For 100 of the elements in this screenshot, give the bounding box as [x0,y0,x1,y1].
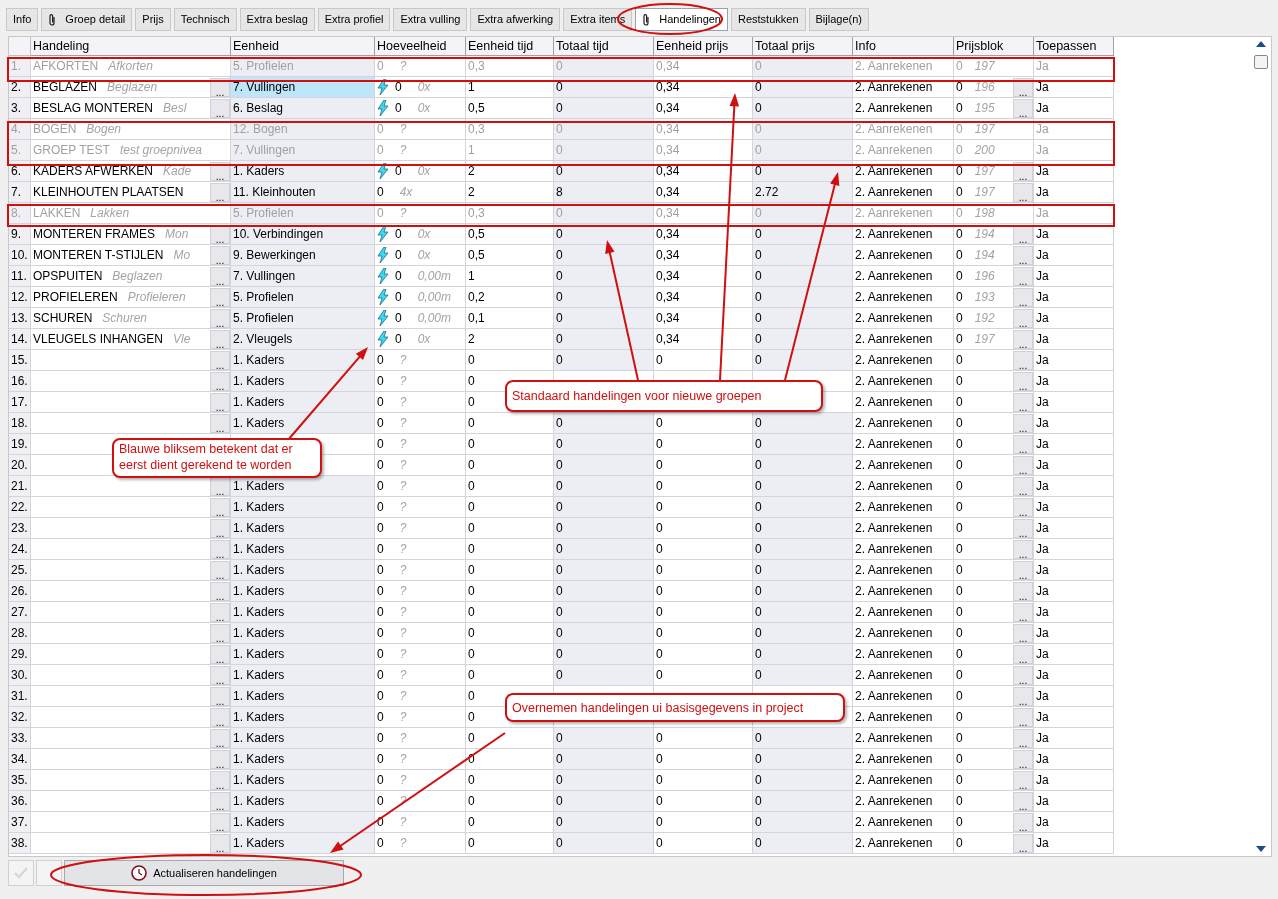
unit-cell[interactable]: 6. Beslag [231,98,375,119]
unit-cell[interactable]: 1. Kaders [231,749,375,770]
ellipsis-button[interactable]: ... [1013,182,1033,202]
ellipsis-button[interactable]: ... [1013,413,1033,433]
ellipsis-button[interactable]: ... [1013,749,1033,769]
unit-cell[interactable]: 1. Kaders [231,665,375,686]
column-header[interactable]: Hoeveelheid [375,37,466,56]
unit-cell[interactable]: 5. Profielen [231,308,375,329]
ellipsis-button[interactable]: ... [210,413,230,433]
unit-cell[interactable]: 1. Kaders [231,560,375,581]
column-header[interactable]: Totaal prijs [753,37,853,56]
unit-cell[interactable]: 2. Vleugels [231,329,375,350]
tab[interactable]: Extra beslag [239,8,315,31]
ellipsis-button[interactable]: ... [210,791,230,811]
ellipsis-button[interactable]: ... [1013,497,1033,517]
unit-cell[interactable]: 1. Kaders [231,497,375,518]
ellipsis-button[interactable]: ... [1013,791,1033,811]
ellipsis-button[interactable]: ... [210,308,230,328]
unit-cell[interactable]: 7. Vullingen [231,266,375,287]
unit-cell[interactable]: 1. Kaders [231,623,375,644]
ellipsis-button[interactable]: ... [210,329,230,349]
tab[interactable]: Groep detail [41,8,133,31]
column-header[interactable]: Eenheid prijs [654,37,753,56]
ellipsis-button[interactable]: ... [1013,770,1033,790]
ellipsis-button[interactable]: ... [210,497,230,517]
ellipsis-button[interactable]: ... [1013,728,1033,748]
unit-cell[interactable]: 1. Kaders [231,413,375,434]
ellipsis-button[interactable]: ... [210,623,230,643]
unit-cell[interactable]: 1. Kaders [231,770,375,791]
column-header[interactable]: Toepassen [1034,37,1114,56]
tab[interactable]: Extra profiel [317,8,391,31]
scrollbar-thumb[interactable] [1254,55,1268,69]
ellipsis-button[interactable]: ... [1013,434,1033,454]
ellipsis-button[interactable]: ... [210,266,230,286]
tab[interactable]: Bijlage(n) [808,8,869,31]
ellipsis-button[interactable]: ... [1013,518,1033,538]
ellipsis-button[interactable]: ... [1013,644,1033,664]
tab[interactable]: Reststukken [731,8,806,31]
tab[interactable]: Handelingen [635,8,728,31]
ellipsis-button[interactable]: ... [210,182,230,202]
ellipsis-button[interactable]: ... [210,665,230,685]
tab[interactable]: Extra afwerking [470,8,561,31]
refresh-actions-button[interactable]: Actualiseren handelingen [64,860,344,886]
ellipsis-button[interactable]: ... [210,287,230,307]
ellipsis-button[interactable]: ... [1013,707,1033,727]
ellipsis-button[interactable]: ... [210,770,230,790]
ellipsis-button[interactable]: ... [210,707,230,727]
unit-cell[interactable]: 1. Kaders [231,518,375,539]
unit-cell[interactable]: 1. Kaders [231,350,375,371]
ellipsis-button[interactable]: ... [1013,455,1033,475]
unit-cell[interactable]: 1. Kaders [231,686,375,707]
ellipsis-button[interactable]: ... [210,518,230,538]
ellipsis-button[interactable]: ... [1013,581,1033,601]
column-header[interactable]: Handeling [31,37,231,56]
ellipsis-button[interactable]: ... [1013,539,1033,559]
ellipsis-button[interactable]: ... [210,350,230,370]
column-header[interactable]: Eenheid [231,37,375,56]
ellipsis-button[interactable]: ... [210,560,230,580]
ellipsis-button[interactable]: ... [210,539,230,559]
ellipsis-button[interactable]: ... [210,749,230,769]
column-header[interactable]: Totaal tijd [554,37,654,56]
ellipsis-button[interactable]: ... [210,581,230,601]
ellipsis-button[interactable]: ... [210,371,230,391]
ellipsis-button[interactable]: ... [210,812,230,832]
ellipsis-button[interactable]: ... [1013,350,1033,370]
ellipsis-button[interactable]: ... [1013,329,1033,349]
unit-cell[interactable]: 1. Kaders [231,539,375,560]
ellipsis-button[interactable]: ... [210,245,230,265]
unit-cell[interactable]: 1. Kaders [231,392,375,413]
scroll-up-icon[interactable] [1256,41,1266,47]
unit-cell[interactable]: 11. Kleinhouten [231,182,375,203]
ellipsis-button[interactable]: ... [210,602,230,622]
unit-cell[interactable]: 1. Kaders [231,644,375,665]
ellipsis-button[interactable]: ... [1013,98,1033,118]
ellipsis-button[interactable]: ... [210,686,230,706]
column-header[interactable]: Info [853,37,954,56]
ellipsis-button[interactable]: ... [1013,560,1033,580]
ellipsis-button[interactable]: ... [1013,812,1033,832]
unit-cell[interactable]: 9. Bewerkingen [231,245,375,266]
tab[interactable]: Extra vulling [393,8,468,31]
ellipsis-button[interactable]: ... [210,728,230,748]
unit-cell[interactable]: 7. Vullingen [231,77,375,98]
ellipsis-button[interactable]: ... [1013,371,1033,391]
unit-cell[interactable]: 1. Kaders [231,161,375,182]
ellipsis-button[interactable]: ... [210,392,230,412]
unit-cell[interactable]: 1. Kaders [231,602,375,623]
column-header[interactable]: Prijsblok [954,37,1034,56]
ellipsis-button[interactable]: ... [210,833,230,853]
ellipsis-button[interactable]: ... [1013,623,1033,643]
ellipsis-button[interactable]: ... [1013,308,1033,328]
unit-cell[interactable]: 1. Kaders [231,707,375,728]
ellipsis-button[interactable]: ... [1013,686,1033,706]
ellipsis-button[interactable]: ... [1013,833,1033,853]
unit-cell[interactable]: 10. Verbindingen [231,224,375,245]
unit-cell[interactable]: 1. Kaders [231,581,375,602]
ellipsis-button[interactable]: ... [1013,287,1033,307]
ellipsis-button[interactable]: ... [1013,245,1033,265]
unit-cell[interactable]: 1. Kaders [231,791,375,812]
ellipsis-button[interactable]: ... [210,98,230,118]
unit-cell[interactable]: 1. Kaders [231,833,375,854]
